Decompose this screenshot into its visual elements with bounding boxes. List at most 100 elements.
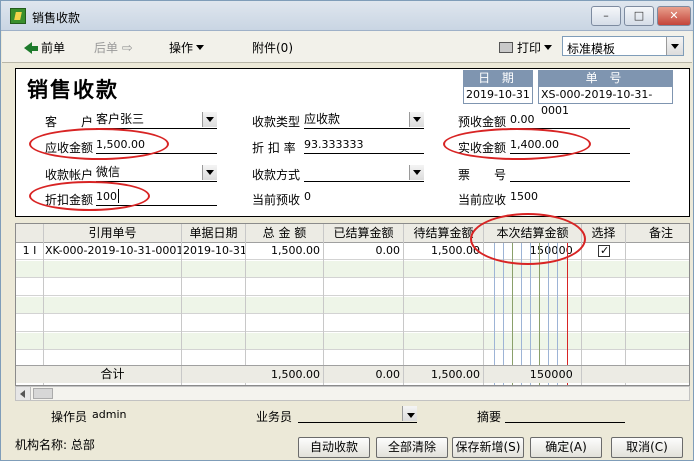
total-this-time: 150000 (484, 366, 582, 384)
table-row-empty[interactable] (16, 333, 689, 350)
ticket-field[interactable] (510, 164, 630, 182)
org-status: 机构名称: 总部 (15, 436, 95, 453)
prepaid-label: 预收金额 (458, 115, 507, 129)
collect-method-label: 收款方式 (252, 168, 301, 182)
toolbar: 前单 后单 ⇨ 操作 附件(0) 打印 标准模板 (2, 31, 692, 63)
collect-method-field[interactable] (304, 164, 424, 182)
dropdown-arrow-icon[interactable] (409, 165, 424, 180)
confirm-button[interactable]: 确定(A) (530, 437, 602, 458)
col-settled[interactable]: 已结算金额 (324, 224, 404, 243)
receivable-field[interactable]: 1,500.00 (96, 136, 217, 154)
auto-collect-button[interactable]: 自动收款 (298, 437, 370, 458)
prev-button[interactable]: 前单 (24, 39, 65, 56)
salesman-field[interactable] (298, 405, 417, 423)
clear-all-button[interactable]: 全部清除 (376, 437, 448, 458)
cell-total[interactable]: 1,500.00 (246, 243, 324, 260)
account-label: 收款帐户 (45, 168, 94, 182)
number-value[interactable]: XS-000-2019-10-31-0001 (538, 86, 673, 117)
attachment-label: 附件(0) (252, 41, 293, 55)
dropdown-arrow-icon[interactable] (666, 37, 683, 55)
total-label: 合计 (44, 366, 182, 384)
col-this-time[interactable]: 本次结算金额 (484, 224, 582, 243)
org-label: 机构名称: (15, 438, 68, 452)
dropdown-arrow-icon[interactable] (202, 112, 217, 127)
table-row-empty[interactable] (16, 261, 689, 278)
current-receivable-label: 当前应收 (458, 193, 507, 207)
actual-field[interactable]: 1,400.00 (510, 136, 630, 154)
discount-rate-field[interactable]: 93.333333 (304, 136, 424, 154)
summary-field[interactable] (505, 405, 625, 423)
receivable-value: 1,500.00 (96, 138, 145, 151)
close-button[interactable]: ✕ (657, 6, 691, 26)
prev-label: 前单 (41, 41, 66, 55)
cell-ref-number[interactable]: XK-000-2019-10-31-0001 (44, 243, 182, 260)
minimize-button[interactable]: – (591, 6, 621, 26)
grid-header: 引用单号 单据日期 总 金 额 已结算金额 待结算金额 本次结算金额 选择 备注 (16, 224, 689, 243)
grid-corner (16, 224, 44, 243)
app-icon (10, 8, 26, 24)
row-checkbox[interactable] (598, 243, 610, 259)
dropdown-arrow-icon[interactable] (202, 165, 217, 180)
next-label: 后单 (94, 41, 119, 55)
table-row[interactable]: 1 I XK-000-2019-10-31-0001 2019-10-31 1,… (16, 243, 689, 260)
col-ref-number[interactable]: 引用单号 (44, 224, 182, 243)
cell-select[interactable] (582, 243, 626, 260)
ops-menu[interactable]: 操作 (169, 39, 205, 56)
table-row-empty[interactable] (16, 279, 689, 296)
customer-value: 客户张三 (96, 112, 145, 126)
current-prepaid-value: 0 (304, 190, 311, 203)
cancel-button[interactable]: 取消(C) (611, 437, 683, 458)
table-row-empty[interactable] (16, 315, 689, 332)
discount-amount-field[interactable]: 100 (96, 188, 217, 206)
cell-remark[interactable] (626, 243, 689, 260)
actual-label: 实收金额 (458, 141, 507, 155)
next-button[interactable]: 后单 ⇨ (94, 39, 133, 56)
maximize-button[interactable]: □ (624, 6, 654, 26)
customer-field[interactable]: 客户张三 (96, 111, 217, 129)
grid-line (245, 224, 246, 385)
col-doc-date[interactable]: 单据日期 (182, 224, 246, 243)
cell-pending[interactable]: 1,500.00 (404, 243, 484, 260)
row-marker: I (33, 244, 37, 257)
table-row-empty[interactable] (16, 297, 689, 314)
scroll-thumb[interactable] (33, 388, 53, 399)
account-field[interactable]: 微信 (96, 164, 217, 182)
save-new-button[interactable]: 保存新增(S) (452, 437, 524, 458)
total-total: 1,500.00 (246, 366, 324, 384)
cell-settled[interactable]: 0.00 (324, 243, 404, 260)
row-index: 1 I (16, 243, 44, 260)
grid-line (403, 224, 404, 385)
attachment-button[interactable]: 附件(0) (252, 39, 293, 56)
grid-line (625, 224, 626, 385)
scroll-left-icon[interactable] (16, 387, 31, 400)
discount-rate-value: 93.333333 (304, 138, 364, 151)
row-number: 1 (22, 244, 30, 257)
collect-type-value: 应收款 (304, 112, 341, 126)
col-pending[interactable]: 待结算金额 (404, 224, 484, 243)
discount-rate-label: 折 扣 率 (252, 141, 296, 155)
title-bar: 销售收款 – □ ✕ (1, 1, 693, 31)
current-prepaid-label: 当前预收 (252, 193, 301, 207)
account-value: 微信 (96, 165, 121, 179)
ops-label: 操作 (169, 41, 194, 55)
date-value[interactable]: 2019-10-31 (463, 86, 533, 104)
form-panel: 销售收款 日 期 2019-10-31 单 号 XS-000-2019-10-3… (15, 68, 690, 217)
prepaid-field[interactable]: 0.00 (510, 111, 630, 129)
grid-line (483, 224, 484, 385)
dropdown-arrow-icon[interactable] (409, 112, 424, 127)
template-select[interactable]: 标准模板 (562, 36, 684, 56)
horizontal-scrollbar[interactable] (15, 386, 690, 401)
col-select[interactable]: 选择 (582, 224, 626, 243)
col-remark[interactable]: 备注 (626, 224, 689, 243)
operator-label: 操作员 (51, 410, 88, 424)
dropdown-arrow-icon[interactable] (402, 406, 417, 421)
collect-type-field[interactable]: 应收款 (304, 111, 424, 129)
template-value: 标准模板 (567, 42, 616, 56)
org-value: 总部 (70, 438, 95, 452)
cell-doc-date[interactable]: 2019-10-31 (182, 243, 246, 260)
total-pending: 1,500.00 (404, 366, 484, 384)
sales-collection-window: 销售收款 – □ ✕ 前单 后单 ⇨ 操作 附件(0) 打印 标准模板 销售收款… (0, 0, 694, 461)
settlement-grid: 引用单号 单据日期 总 金 额 已结算金额 待结算金额 本次结算金额 选择 备注… (15, 223, 690, 386)
print-button[interactable]: 打印 (499, 39, 553, 56)
col-total[interactable]: 总 金 额 (246, 224, 324, 243)
